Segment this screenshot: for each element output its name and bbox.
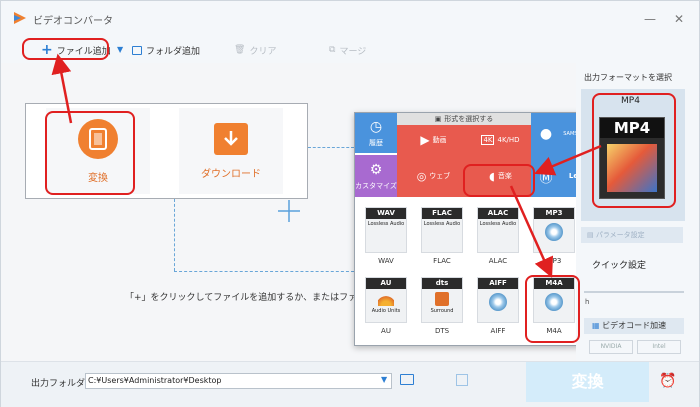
- annotation-arrows: [51, 53, 602, 278]
- app-window: ビデオコンバータ — ✕ + ファイル追加 ▼ フォルダ追加 🗑 クリア ⧉ マ…: [0, 0, 700, 407]
